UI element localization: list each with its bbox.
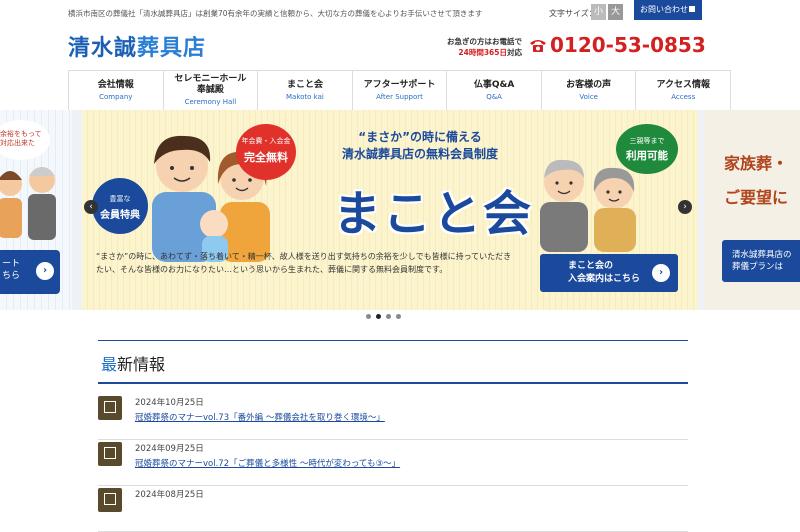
arrow-right-icon: › xyxy=(36,262,54,280)
nav-voice[interactable]: お客様の声 Voice xyxy=(540,71,636,113)
slider-dot[interactable] xyxy=(396,314,401,319)
next-slide-text-1: 家族葬・ xyxy=(724,154,789,173)
nav-access[interactable]: アクセス情報 Access xyxy=(635,71,732,113)
plan-button[interactable]: 清水誠葬具店の 葬儀プランは xyxy=(722,240,800,282)
nav-label: アクセス情報 xyxy=(656,80,711,90)
elderly-couple-illustration xyxy=(540,159,636,252)
contact-label: お問い合わせ xyxy=(640,5,688,14)
nav-label: 仏事Q&A xyxy=(473,80,515,90)
prev-slide-btn-label: ート ちら xyxy=(2,259,21,281)
arrow-right-icon: › xyxy=(652,264,670,282)
column-icon xyxy=(98,442,122,466)
site-description: 横浜市南区の葬儀社「清水誠葬具店」は創業70有余年の実績と信頼から、大切な方の葬… xyxy=(68,9,483,18)
nav-ceremony-hall[interactable]: セレモニーホール 奉誠殿 Ceremony Hall xyxy=(162,71,258,113)
font-size-label: 文字サイズ： xyxy=(549,9,597,18)
news-list: 2024年10月25日 冠婚葬祭のマナーvol.73「番外編 〜葬儀会社を取り巻… xyxy=(98,394,688,532)
contact-button[interactable]: お問い合わせ xyxy=(634,0,702,20)
prev-slide-button[interactable]: ート ちら › xyxy=(0,250,60,294)
slider-dot[interactable] xyxy=(366,314,371,319)
benefit-badge-small: 豊富な xyxy=(109,195,131,203)
nav-makoto-kai[interactable]: まこと会 Makoto kai xyxy=(257,71,352,113)
benefit-badge-big: 会員特典 xyxy=(100,210,140,221)
slider-prev-arrow[interactable]: ‹ xyxy=(84,200,98,214)
nav-qa[interactable]: 仏事Q&A Q&A xyxy=(446,71,541,113)
makoto-kai-button[interactable]: まこと会の 入会案内はこちら › xyxy=(540,254,678,292)
free-badge: 年会費・入会金 完全無料 xyxy=(236,124,296,180)
news-item: 2024年09月25日 冠婚葬祭のマナーvol.72「ご葬儀と多様性 〜時代が変… xyxy=(98,440,688,486)
active-slide[interactable]: 年会費・入会金 完全無料 豊富な 会員特典 “まさか”の時に備える 清水誠葬具店… xyxy=(82,110,698,310)
benefit-badge: 豊富な 会員特典 xyxy=(92,178,148,234)
makoto-kai-btn-label: まこと会の 入会案内はこちら xyxy=(568,261,641,284)
relatives-badge-small: 三親等まで xyxy=(629,137,665,145)
news-item: 2024年08月25日 xyxy=(98,486,688,532)
nav-after-support[interactable]: アフターサポート After Support xyxy=(351,71,447,113)
news-item: 2024年10月25日 冠婚葬祭のマナーvol.73「番外編 〜葬儀会社を取り巻… xyxy=(98,394,688,440)
slide-headline-2: 清水誠葬具店の無料会員制度 xyxy=(341,147,498,161)
slide-description: “まさか”の時に、あわてず・落ち着いて・精一杯、故人様を送り出す気持ちの余裕を少… xyxy=(96,252,512,274)
next-slide-preview[interactable]: 家族葬・ ご要望に 清水誠葬具店の 葬儀プランは xyxy=(704,110,800,310)
font-large-button[interactable]: 大 xyxy=(608,4,623,20)
news-link[interactable]: 冠婚葬祭のマナーvol.72「ご葬儀と多様性 〜時代が変わっても③〜」 xyxy=(135,457,400,469)
nav-label: お客様の声 xyxy=(566,80,612,90)
site-logo[interactable]: 清水誠葬具店 xyxy=(68,30,206,62)
news-title-rest: 新情報 xyxy=(117,355,166,374)
phone-note-hours: 24時間365日 xyxy=(458,48,507,57)
nav-label-en: Q&A xyxy=(486,93,502,101)
column-icon xyxy=(98,396,122,420)
top-strip: 横浜市南区の葬儀社「清水誠葬具店」は創業70有余年の実績と信頼から、大切な方の葬… xyxy=(0,0,800,26)
news-link[interactable]: 冠婚葬祭のマナーvol.73「番外編 〜葬儀会社を取り巻く環境〜」 xyxy=(135,411,385,423)
mail-icon xyxy=(689,6,695,12)
pen-icon xyxy=(104,401,116,413)
logo-main: 清水誠 xyxy=(68,36,138,61)
slide-headline-1: “まさか”の時に備える xyxy=(358,130,482,144)
nav-label-en: Company xyxy=(99,93,133,101)
news-date: 2024年08月25日 xyxy=(135,490,204,500)
slider-next-arrow[interactable]: › xyxy=(678,200,692,214)
nav-label-en: Voice xyxy=(579,93,598,101)
news-title: 最新情報 xyxy=(101,351,165,375)
phone-number[interactable]: 0120-53-0853 xyxy=(550,33,706,57)
pen-icon xyxy=(104,447,116,459)
nav-label: セレモニーホール 奉誠殿 xyxy=(174,74,247,95)
free-badge-big: 完全無料 xyxy=(244,151,288,164)
phone-note-suffix: 対応 xyxy=(507,48,522,57)
pen-icon xyxy=(104,493,116,505)
nav-company[interactable]: 会社情報 Company xyxy=(68,71,163,113)
news-header: 最新情報 xyxy=(98,340,688,384)
slider-pagination xyxy=(366,314,401,319)
nav-label: アフターサポート xyxy=(363,80,436,90)
logo-tail: 葬具店 xyxy=(137,36,207,61)
phone-note-line1: お急ぎの方はお電話で xyxy=(447,37,522,46)
news-date: 2024年09月25日 xyxy=(135,444,204,454)
slider-dot-active[interactable] xyxy=(376,314,381,319)
slider-dot[interactable] xyxy=(386,314,391,319)
font-small-button[interactable]: 小 xyxy=(591,4,606,20)
nav-label-en: Ceremony Hall xyxy=(184,98,237,106)
phone-note: お急ぎの方はお電話で 24時間365日対応 xyxy=(438,36,522,58)
news-date: 2024年10月25日 xyxy=(135,398,204,408)
prev-slide-preview[interactable]: 余裕をもって 対応出来た ート ちら › xyxy=(0,110,72,310)
nav-label-en: After Support xyxy=(376,93,423,101)
nav-label-en: Makoto kai xyxy=(286,93,324,101)
speech-bubble: 余裕をもって 対応出来た xyxy=(0,120,50,160)
hero-slider: 余裕をもって 対応出来た ート ちら › 年会費・入会金 完全無料 豊富な 会員… xyxy=(0,110,800,310)
nav-label: まこと会 xyxy=(286,80,323,90)
nav-label-en: Access xyxy=(671,93,696,101)
free-badge-small: 年会費・入会金 xyxy=(241,137,291,145)
slide-headline: “まさか”の時に備える 清水誠葬具店の無料会員制度 xyxy=(300,129,540,163)
column-icon xyxy=(98,488,122,512)
main-nav: 会社情報 Company セレモニーホール 奉誠殿 Ceremony Hall … xyxy=(68,70,732,114)
phone-icon xyxy=(530,40,546,52)
news-title-first: 最 xyxy=(101,355,118,374)
next-slide-text-2: ご要望に xyxy=(724,188,789,207)
nav-label: 会社情報 xyxy=(97,80,134,90)
